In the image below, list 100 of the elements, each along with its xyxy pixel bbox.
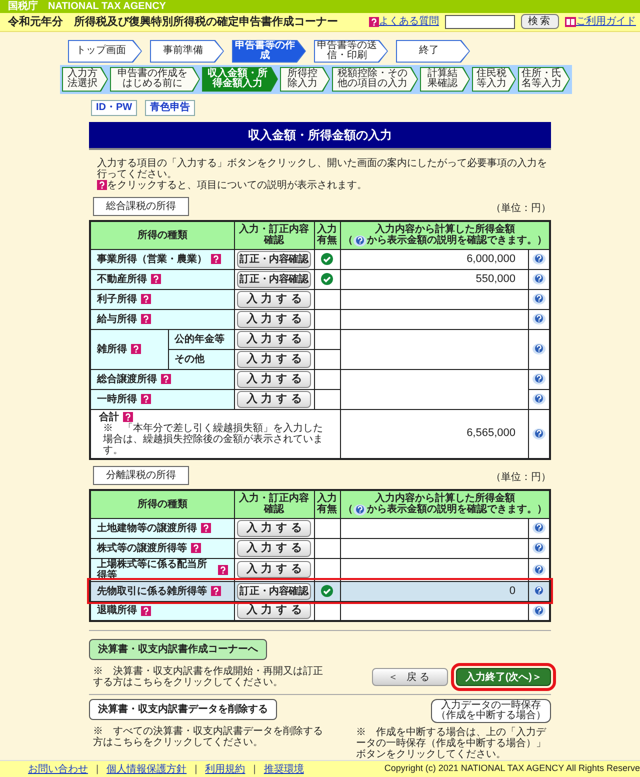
help-icon[interactable]	[369, 16, 379, 27]
confirm-button[interactable]: 訂正・内容確認	[236, 270, 312, 288]
row-label: 退職所得	[97, 605, 137, 616]
confirm-button[interactable]: 訂正・内容確認	[236, 250, 312, 268]
temporary-save-button[interactable]: 入力データの一時保存 （作成を中断する場合）	[431, 699, 551, 724]
total-label: 合計	[99, 412, 119, 423]
step-tab[interactable]: 事前準備	[150, 40, 224, 63]
check-icon	[321, 253, 333, 266]
search-button[interactable]: 検索	[521, 14, 559, 30]
help-bubble-icon[interactable]	[352, 234, 367, 247]
substep-tab[interactable]: 収入金額・所得金額入力	[202, 66, 278, 92]
book-icon[interactable]	[565, 16, 576, 27]
column-header: （	[342, 504, 353, 516]
help-bubble-icon[interactable]	[532, 585, 546, 598]
column-header: （	[342, 235, 353, 246]
help-icon[interactable]	[218, 564, 228, 575]
substep-tab[interactable]: 所得控除入力	[280, 66, 330, 92]
back-button[interactable]: ＜ 戻る	[372, 668, 448, 686]
help-icon[interactable]	[123, 412, 133, 422]
help-bubble-icon[interactable]	[532, 313, 546, 326]
help-icon[interactable]	[191, 543, 201, 554]
help-bubble-icon[interactable]	[532, 373, 546, 386]
note-text: ※ 決算書・収支内訳書を作成開始・再開又は訂正する方はこちらをクリックしてください。	[92, 666, 324, 688]
check-icon	[321, 585, 333, 598]
input-button[interactable]: 入力する	[237, 390, 311, 408]
input-button[interactable]: 入力する	[237, 310, 311, 328]
row-label: 利子所得	[97, 294, 137, 305]
help-bubble-icon[interactable]	[532, 393, 546, 406]
mode-button[interactable]: 青色申告	[145, 100, 196, 116]
row-label: 雑所得	[97, 344, 127, 355]
help-bubble-icon[interactable]	[532, 564, 546, 576]
help-icon[interactable]	[97, 180, 107, 190]
search-field[interactable]	[445, 14, 515, 29]
guide-link[interactable]: ご利用ガイド	[576, 14, 636, 30]
help-bubble-icon[interactable]	[532, 343, 546, 356]
help-bubble-icon[interactable]	[532, 604, 546, 617]
column-header: 入力内容から計算した所得金額	[374, 224, 516, 235]
row-label: 一時所得	[97, 394, 137, 405]
row-label: 先物取引に係る雑所得等	[97, 586, 207, 597]
substep-tab[interactable]: 税額控除・その他の項目の入力	[332, 66, 418, 92]
amount-value: 550,000	[476, 272, 516, 285]
footer-link[interactable]: 利用規約	[205, 762, 246, 777]
substep-tab[interactable]: 入力方法選択	[62, 66, 108, 92]
input-button[interactable]: 入力する	[237, 290, 311, 308]
input-button[interactable]: 入力する	[237, 370, 311, 388]
report-corner-button[interactable]: 決算書・収支内訳書作成コーナーへ	[89, 639, 267, 660]
column-header: 所得の種類	[90, 490, 234, 518]
help-icon[interactable]	[161, 374, 171, 384]
step-tab[interactable]: 申告書等の作成	[232, 40, 306, 63]
footer-link[interactable]: お問い合わせ	[28, 762, 88, 777]
substep-tab[interactable]: 計算結果確認	[420, 66, 470, 92]
footer-link[interactable]: 個人情報保護方針	[106, 762, 187, 777]
total-note: ※ 「本年分で差し引く繰越損失額」を入力した場合は、繰越損失控除後の金額が表示されています。	[102, 422, 324, 456]
mode-button[interactable]: ID・PW	[91, 100, 138, 116]
help-icon[interactable]	[141, 394, 151, 404]
substep-tab[interactable]: 申告書の作成をはじめる前に	[110, 66, 200, 92]
help-bubble-icon[interactable]	[532, 293, 546, 306]
help-icon[interactable]	[141, 606, 151, 616]
column-header: から表示金額の説明を確認できます。）	[366, 504, 547, 516]
note-text: ※ すべての決算書・収支内訳書データを削除する方はこちらをクリックしてください。	[92, 726, 324, 748]
help-bubble-icon[interactable]	[532, 253, 546, 266]
help-icon[interactable]	[141, 314, 151, 324]
help-bubble-icon[interactable]	[532, 542, 546, 554]
faq-link[interactable]: よくある質問	[379, 14, 439, 30]
substep-tab[interactable]: 住所・氏名等入力	[518, 66, 570, 92]
confirm-button[interactable]: 訂正・内容確認	[236, 582, 312, 600]
help-icon[interactable]	[131, 344, 141, 354]
delete-data-button[interactable]: 決算書・収支内訳書データを削除する	[89, 699, 277, 720]
help-icon[interactable]	[201, 523, 211, 534]
help-bubble-icon[interactable]	[532, 522, 546, 534]
help-bubble-icon[interactable]	[532, 428, 546, 440]
row-label: 総合譲渡所得	[97, 374, 157, 385]
app-title: 令和元年分 所得税及び復興特別所得税の確定申告書作成コーナー	[8, 14, 338, 30]
link-separator: |	[96, 762, 99, 777]
input-button[interactable]: 入力する	[237, 330, 311, 348]
input-button[interactable]: 入力する	[237, 540, 311, 557]
row-label: 株式等の譲渡所得等	[97, 542, 187, 554]
input-button[interactable]: 入力する	[237, 561, 311, 578]
input-button[interactable]: 入力する	[237, 350, 311, 368]
row-label: 事業所得（営業・農業）	[97, 254, 207, 265]
section-label: 分離課税の所得	[93, 466, 189, 485]
amount-value: 0	[509, 584, 516, 597]
column-header: から表示金額の説明を確認できます。）	[366, 235, 547, 246]
help-bubble-icon[interactable]	[352, 504, 367, 516]
footer-link[interactable]: 推奨環境	[264, 762, 304, 777]
help-icon[interactable]	[141, 294, 151, 304]
help-icon[interactable]	[211, 586, 221, 596]
help-icon[interactable]	[151, 274, 161, 284]
amount-value: 6,565,000	[466, 427, 516, 440]
help-bubble-icon[interactable]	[532, 273, 546, 286]
input-button[interactable]: 入力する	[237, 520, 311, 537]
instruction-text: をクリックすると、項目についての説明が表示されます。	[107, 180, 367, 191]
help-icon[interactable]	[211, 254, 221, 264]
substep-tab[interactable]: 住民税等入力	[472, 66, 516, 92]
step-tab[interactable]: 終了	[396, 40, 470, 63]
step-tab[interactable]: トップ画面	[68, 40, 142, 63]
column-header: 入力有無	[314, 490, 340, 518]
page-title: 収入金額・所得金額の入力	[89, 122, 551, 150]
unit-label: （単位：円）	[491, 202, 551, 216]
step-tab[interactable]: 申告書等の送信・印刷	[314, 40, 388, 63]
